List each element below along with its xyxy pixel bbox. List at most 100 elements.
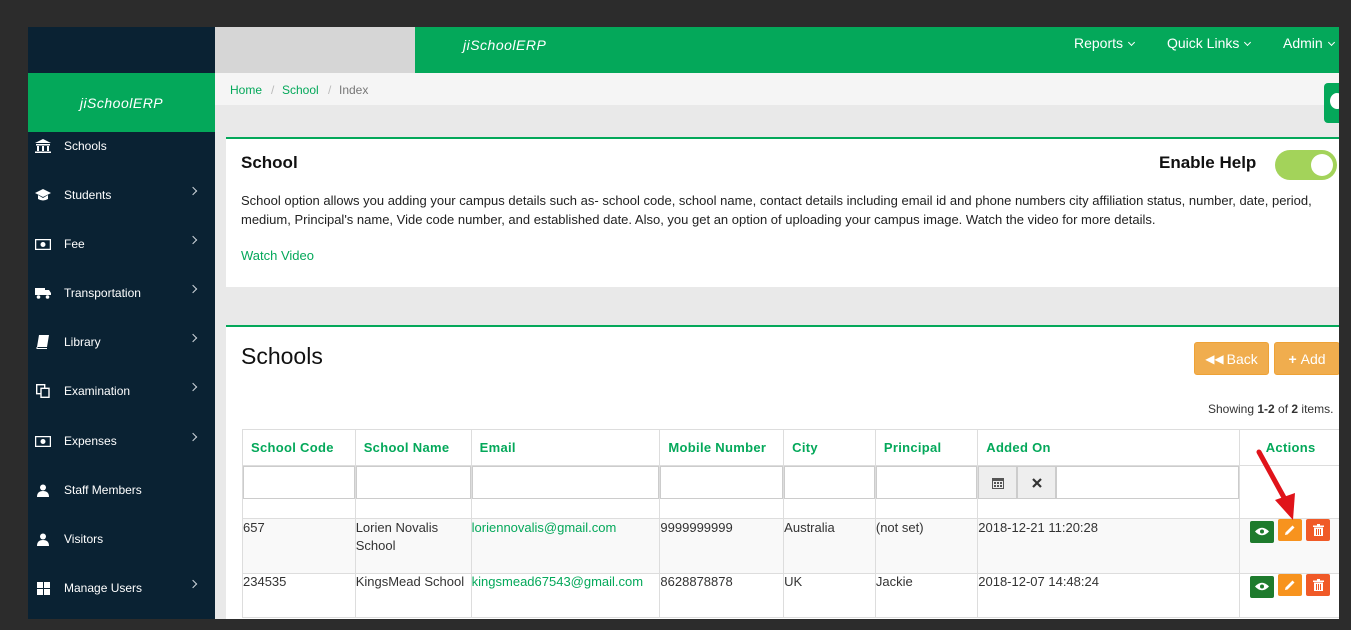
email-link[interactable]: kingsmead67543@gmail.com bbox=[472, 574, 643, 589]
clear-icon[interactable] bbox=[1017, 466, 1057, 499]
graduation-cap-icon bbox=[35, 189, 51, 201]
sidebar-logo[interactable]: jiSchoolERP bbox=[28, 73, 215, 132]
cell-school-code: 234535 bbox=[242, 573, 356, 618]
schools-panel: Schools ◀◀ Back + Add Showing 1-2 of 2 i… bbox=[226, 325, 1339, 619]
sidebar-item-label: Schools bbox=[64, 139, 107, 153]
sidebar-item-label: Staff Members bbox=[64, 483, 142, 497]
filter-added-on bbox=[978, 466, 1240, 499]
filter-row bbox=[242, 465, 1339, 519]
enable-help-toggle[interactable] bbox=[1275, 150, 1337, 180]
calendar-icon[interactable] bbox=[978, 466, 1018, 499]
chevron-right-icon bbox=[188, 432, 198, 442]
enable-help-label: Enable Help bbox=[1159, 153, 1257, 172]
page-title: Schools bbox=[241, 343, 323, 369]
breadcrumb-separator: / bbox=[328, 83, 332, 97]
settings-toggle-button[interactable] bbox=[1324, 83, 1339, 123]
breadcrumb-home[interactable]: Home bbox=[230, 83, 262, 97]
book-icon bbox=[35, 335, 51, 349]
sidebar-item-fee[interactable]: Fee bbox=[28, 229, 215, 259]
sidebar-item-label: Students bbox=[64, 188, 112, 202]
sidebar-item-label: Expenses bbox=[64, 434, 117, 448]
filter-mobile-number[interactable] bbox=[660, 466, 784, 499]
user-icon bbox=[35, 484, 51, 497]
watch-video-link[interactable]: Watch Video bbox=[241, 248, 314, 263]
edit-button[interactable] bbox=[1278, 574, 1303, 596]
chevron-down-icon bbox=[1327, 38, 1335, 47]
schools-table: School Code School Name Email Mobile Num… bbox=[242, 429, 1339, 618]
nav-quick-links[interactable]: Quick Links bbox=[1167, 35, 1252, 51]
sidebar-item-examination[interactable]: Examination bbox=[28, 376, 215, 406]
sidebar-item-students[interactable]: Students bbox=[28, 180, 215, 210]
toggle-icon bbox=[1330, 93, 1339, 109]
app-window: jiSchoolERP Schools Students Fee Transpo… bbox=[28, 27, 1339, 619]
breadcrumb-separator: / bbox=[271, 83, 275, 97]
filter-principal[interactable] bbox=[875, 466, 978, 499]
sidebar-item-library[interactable]: Library bbox=[28, 327, 215, 357]
breadcrumb-current: Index bbox=[339, 83, 369, 97]
pencil-icon bbox=[1285, 580, 1295, 590]
filter-date-input[interactable] bbox=[1056, 466, 1240, 499]
money-icon bbox=[35, 435, 51, 447]
nav-reports[interactable]: Reports bbox=[1074, 35, 1136, 51]
bank-icon bbox=[35, 139, 51, 153]
cell-principal: Jackie bbox=[874, 573, 979, 618]
double-chevron-left-icon: ◀◀ bbox=[1205, 351, 1224, 366]
summary-text: Showing 1-2 of 2 items. bbox=[1208, 402, 1334, 416]
back-button[interactable]: ◀◀ Back bbox=[1194, 342, 1269, 375]
sidebar-item-label: Fee bbox=[64, 237, 85, 251]
sidebar-item-visitors[interactable]: Visitors bbox=[28, 524, 215, 554]
table-row: 234535 KingsMead School kingsmead67543@g… bbox=[242, 573, 1339, 618]
cell-mobile-number: 8628878878 bbox=[659, 573, 785, 618]
sidebar-item-manage-users[interactable]: Manage Users bbox=[28, 573, 215, 603]
plus-icon: + bbox=[1288, 350, 1297, 367]
filter-school-name[interactable] bbox=[355, 466, 471, 499]
view-button[interactable] bbox=[1250, 575, 1275, 598]
sidebar-item-transportation[interactable]: Transportation bbox=[28, 278, 215, 308]
help-panel: School Enable Help School option allows … bbox=[226, 137, 1339, 287]
help-title: School bbox=[241, 153, 298, 172]
topbar: jiSchoolERP Reports Quick Links Admin bbox=[415, 27, 1339, 73]
sidebar-item-staff-members[interactable]: Staff Members bbox=[28, 475, 215, 505]
breadcrumb-school[interactable]: School bbox=[282, 83, 319, 97]
cell-city: UK bbox=[783, 573, 876, 618]
sidebar-item-label: Manage Users bbox=[64, 581, 143, 595]
chevron-right-icon bbox=[188, 333, 198, 343]
filter-school-code[interactable] bbox=[243, 466, 355, 499]
sidebar-item-schools[interactable]: Schools bbox=[28, 131, 215, 161]
pencil-icon bbox=[1285, 525, 1295, 535]
column-header-principal[interactable]: Principal bbox=[874, 429, 979, 466]
eye-icon bbox=[1255, 527, 1270, 536]
cell-city: Australia bbox=[783, 518, 876, 574]
eye-icon bbox=[1255, 582, 1270, 591]
chevron-down-icon bbox=[1244, 38, 1252, 47]
cell-principal: (not set) bbox=[874, 518, 979, 574]
help-description: School option allows you adding your cam… bbox=[241, 193, 1312, 227]
cell-added-on: 2018-12-21 11:20:28 bbox=[977, 518, 1241, 574]
trash-icon bbox=[1312, 579, 1324, 591]
copy-icon bbox=[35, 384, 51, 398]
chevron-right-icon bbox=[188, 235, 198, 245]
filter-email[interactable] bbox=[471, 466, 660, 499]
sidebar: jiSchoolERP Schools Students Fee Transpo… bbox=[28, 27, 215, 619]
delete-button[interactable] bbox=[1306, 519, 1331, 541]
cell-school-name: KingsMead School bbox=[354, 573, 472, 618]
column-header-added-on[interactable]: Added On bbox=[977, 429, 1241, 466]
sidebar-item-expenses[interactable]: Expenses bbox=[28, 426, 215, 456]
trash-icon bbox=[1312, 524, 1324, 536]
delete-button[interactable] bbox=[1306, 574, 1331, 596]
column-header-email[interactable]: Email bbox=[470, 429, 661, 466]
chevron-right-icon bbox=[188, 186, 198, 196]
email-link[interactable]: loriennovalis@gmail.com bbox=[472, 520, 617, 535]
column-header-school-name[interactable]: School Name bbox=[354, 429, 472, 466]
annotation-arrow-icon bbox=[1256, 449, 1295, 520]
nav-admin[interactable]: Admin bbox=[1283, 35, 1335, 51]
user-icon bbox=[35, 533, 51, 546]
column-header-school-code[interactable]: School Code bbox=[242, 429, 356, 466]
add-button[interactable]: + Add bbox=[1274, 342, 1339, 375]
topbar-brand[interactable]: jiSchoolERP bbox=[463, 37, 546, 53]
column-header-mobile-number[interactable]: Mobile Number bbox=[659, 429, 785, 466]
filter-city[interactable] bbox=[784, 466, 875, 499]
column-header-city[interactable]: City bbox=[783, 429, 876, 466]
sidebar-item-label: Examination bbox=[64, 384, 131, 398]
view-button[interactable] bbox=[1250, 520, 1275, 543]
